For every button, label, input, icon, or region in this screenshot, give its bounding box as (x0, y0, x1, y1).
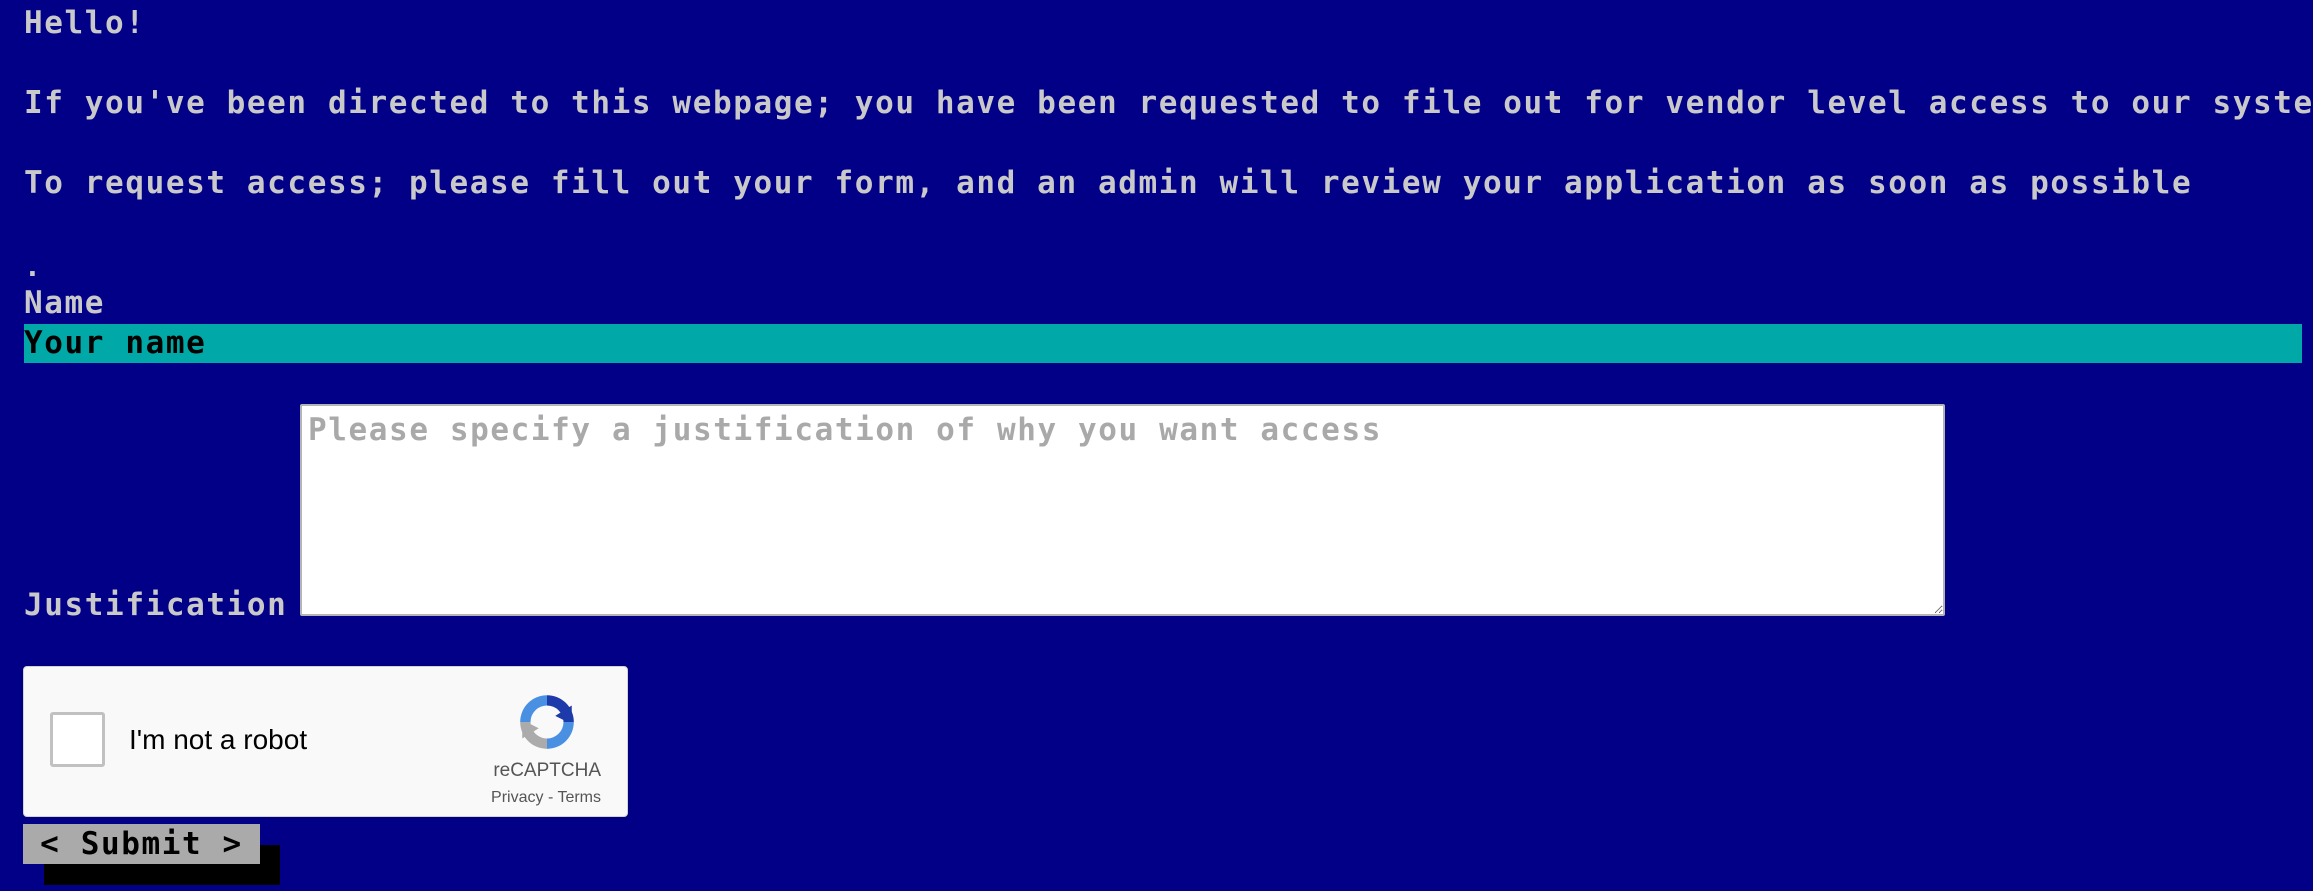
justification-label: Justification (24, 587, 288, 623)
name-label: Name (24, 285, 106, 321)
separator-dot: . (24, 250, 43, 283)
intro-text: If you've been directed to this webpage;… (24, 85, 2313, 121)
captcha-label: I'm not a robot (129, 724, 308, 755)
link-separator: - (547, 789, 554, 806)
recaptcha-widget: I'm not a robot reCAPTCHA Privacy - Term… (23, 666, 628, 817)
captcha-brand: reCAPTCHA (493, 760, 601, 781)
captcha-checkbox[interactable] (50, 712, 105, 767)
name-input[interactable] (24, 324, 2302, 363)
greeting-text: Hello! (24, 5, 146, 41)
captcha-links: Privacy - Terms (491, 789, 601, 807)
submit-button[interactable]: < Submit > (23, 824, 260, 864)
instructions-text: To request access; please fill out your … (24, 165, 2193, 201)
privacy-link[interactable]: Privacy (491, 789, 543, 806)
recaptcha-logo-icon (520, 695, 574, 749)
justification-textarea[interactable] (300, 404, 1945, 616)
terms-link[interactable]: Terms (557, 789, 601, 806)
